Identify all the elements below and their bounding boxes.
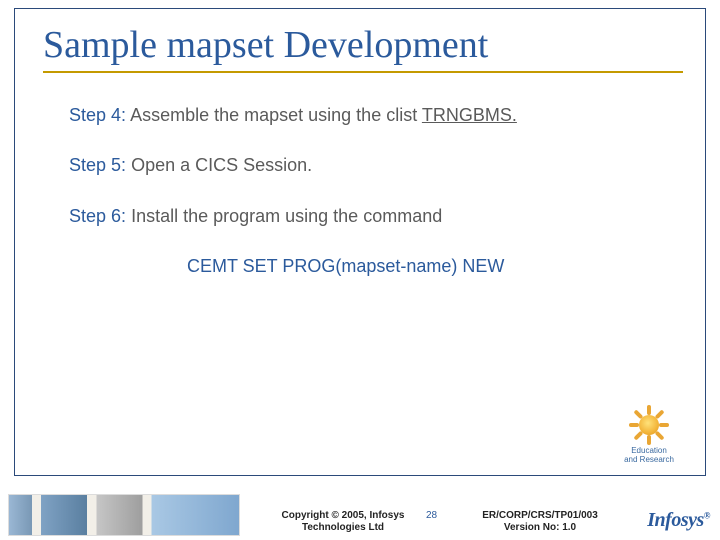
content-frame: Sample mapset Development Step 4: Assemb… [14,8,706,476]
slide: Sample mapset Development Step 4: Assemb… [0,0,720,540]
step-4-label: Step 4: [69,105,126,125]
step-5: Step 5: Open a CICS Session. [69,153,689,177]
copyright-line2: Technologies Ltd [302,522,384,533]
command-text: CEMT SET PROG(mapset-name) NEW [187,254,689,278]
step-6: Step 6: Install the program using the co… [69,204,689,228]
page-number: 28 [426,510,437,521]
body: Step 4: Assemble the mapset using the cl… [69,103,689,278]
infosys-logo-text: Infosys [647,509,704,531]
copyright-line1: Copyright © 2005, Infosys [282,510,405,521]
step-4: Step 4: Assemble the mapset using the cl… [69,103,689,127]
step-4-text-a: Assemble the mapset using the clist [130,105,422,125]
step-5-label: Step 5: [69,155,126,175]
slide-title: Sample mapset Development [43,23,683,73]
step-6-label: Step 6: [69,206,126,226]
step-5-text: Open a CICS Session. [131,155,312,175]
ref-line1: ER/CORP/CRS/TP01/003 [482,510,598,521]
sun-icon [629,405,669,445]
footer-decorative-image [8,494,240,536]
footer-reference: ER/CORP/CRS/TP01/003 Version No: 1.0 [460,510,620,534]
registered-mark: ® [704,510,710,520]
step-4-text-underline: TRNGBMS. [422,105,517,125]
footer: Copyright © 2005, Infosys Technologies L… [0,490,720,540]
footer-copyright: Copyright © 2005, Infosys Technologies L… [248,510,438,534]
step-6-text: Install the program using the command [131,206,442,226]
edu-logo-line2: and Research [617,456,681,465]
education-research-logo: Education and Research [617,405,681,465]
infosys-logo: Infosys® [647,509,710,532]
ref-line2: Version No: 1.0 [504,522,576,533]
